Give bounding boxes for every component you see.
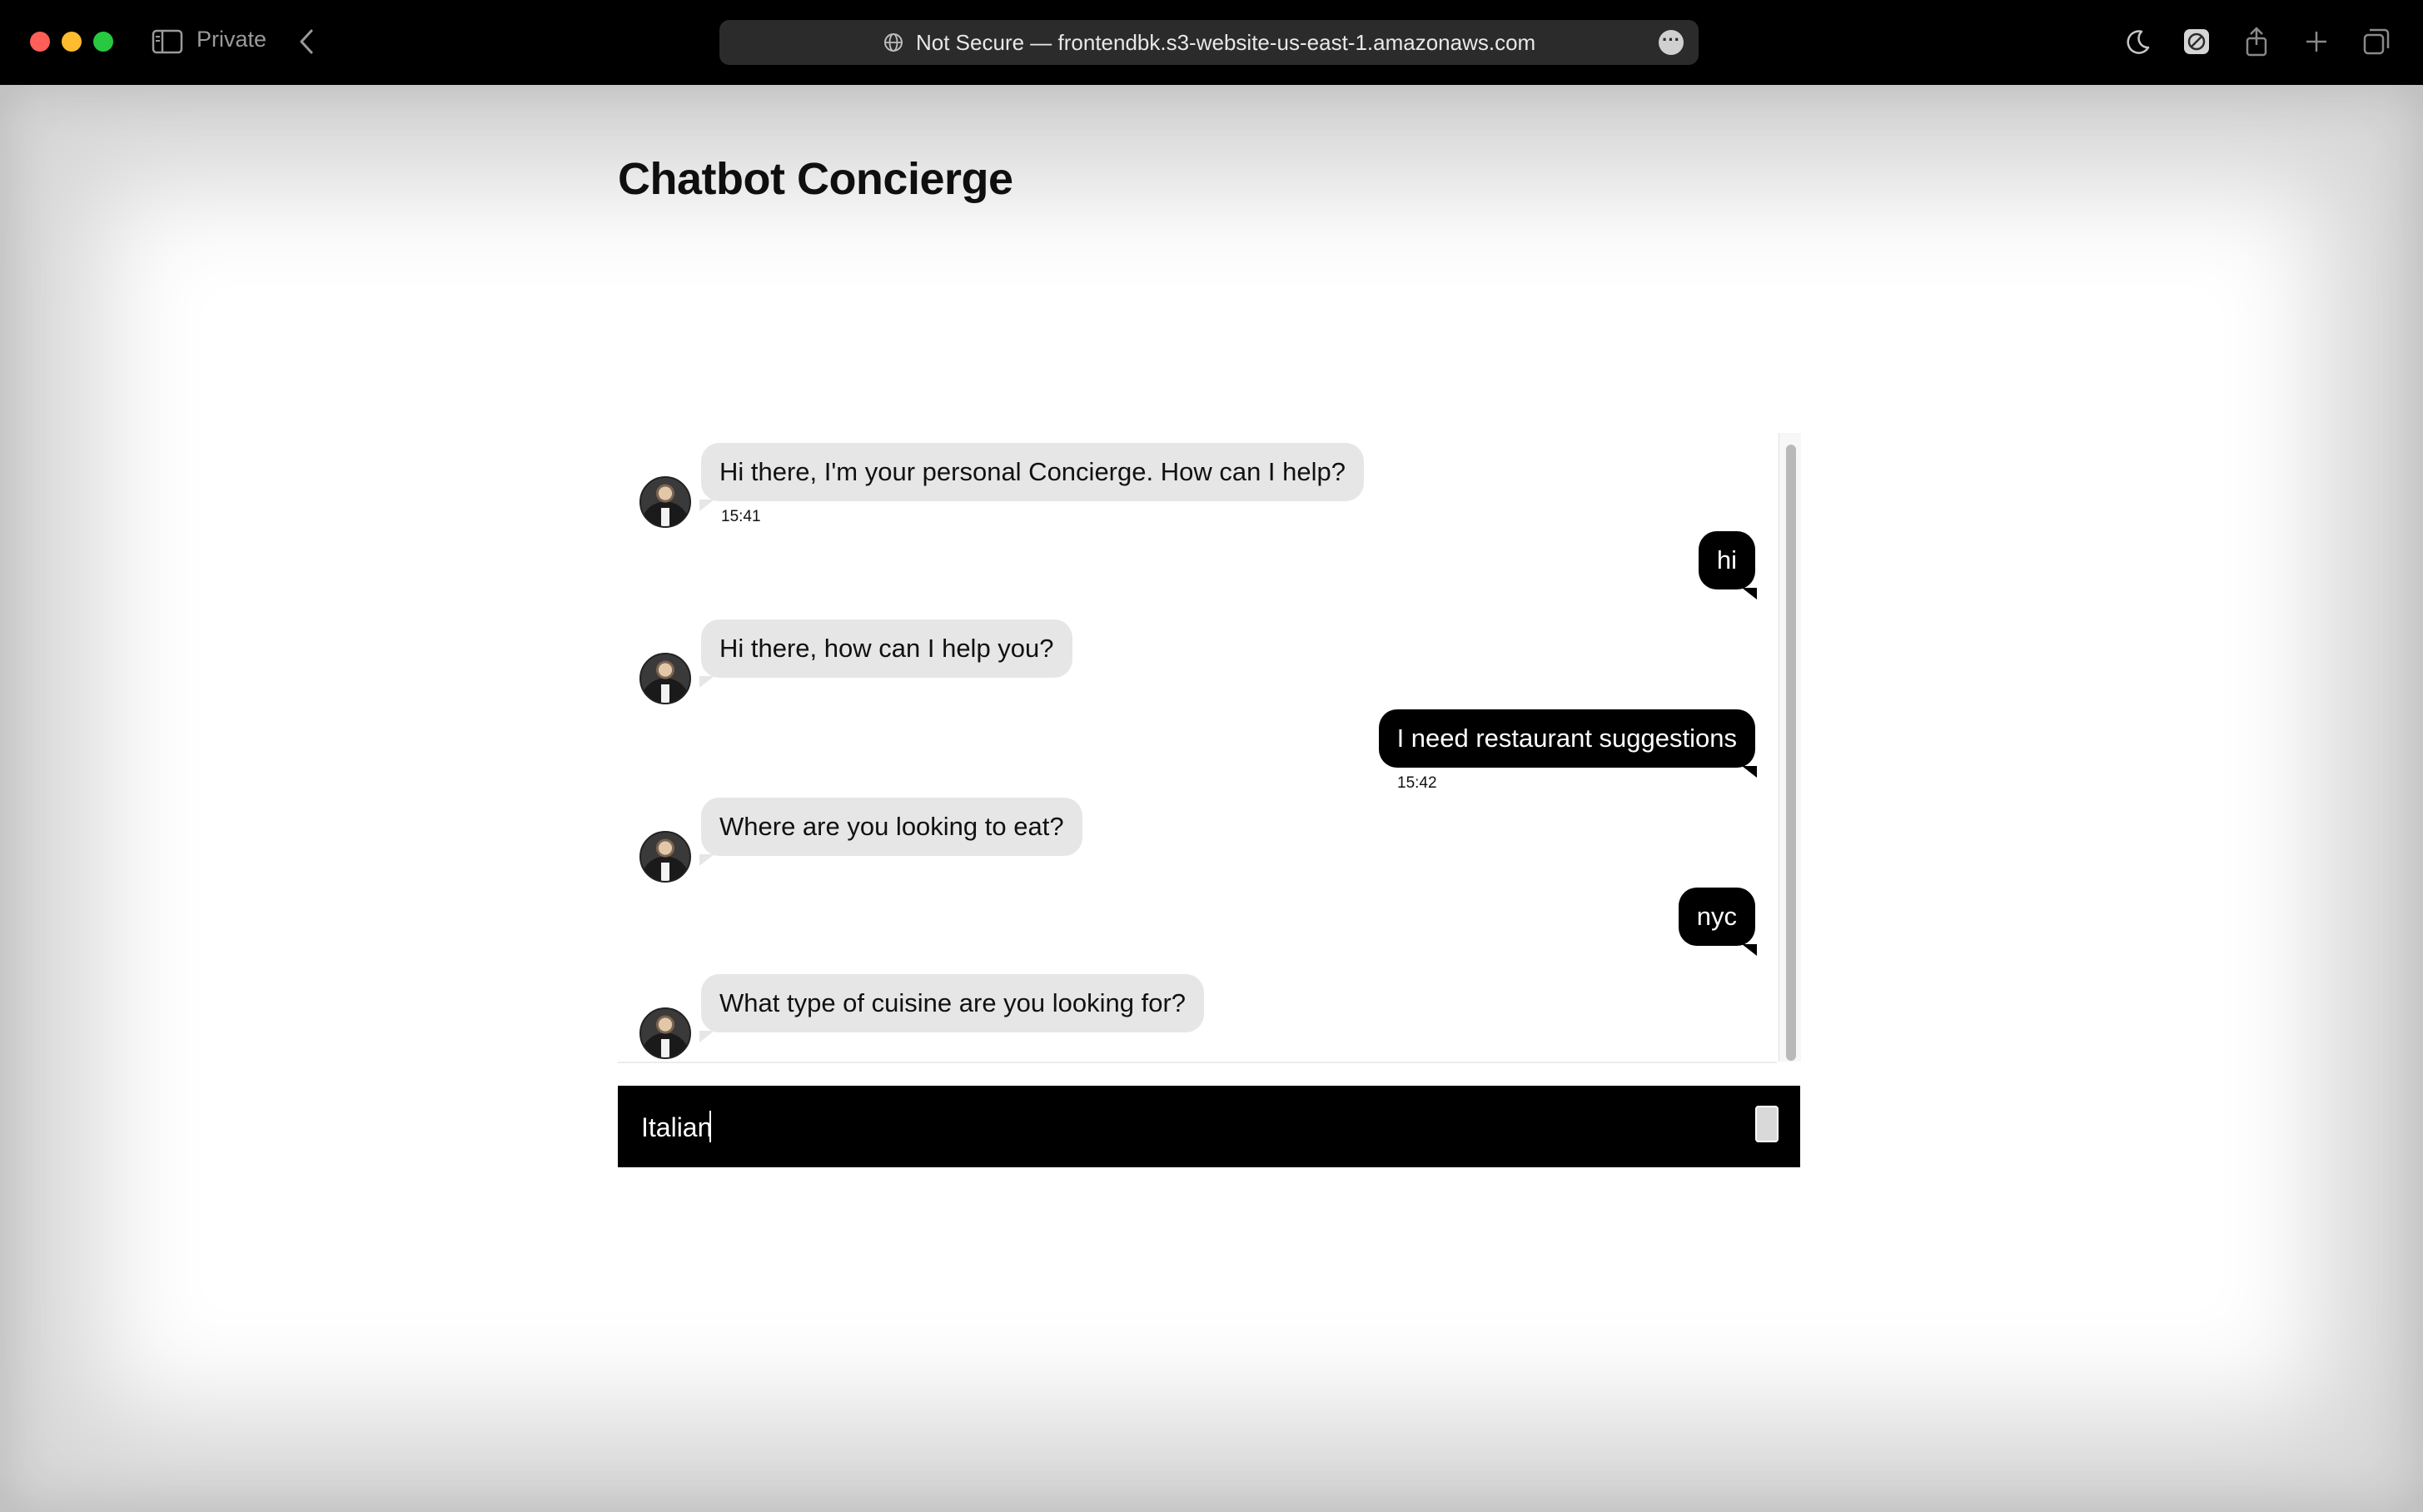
tab-overview-icon[interactable]	[2360, 25, 2393, 58]
bot-message: Where are you looking to eat?	[699, 798, 1082, 866]
private-mode-label: Private	[197, 27, 267, 52]
zoom-window-button[interactable]	[93, 32, 113, 52]
sidebar-icon[interactable]	[152, 28, 183, 55]
back-icon[interactable]	[296, 27, 316, 57]
bot-avatar	[639, 831, 691, 883]
new-tab-icon[interactable]	[2300, 25, 2333, 58]
bot-avatar	[639, 1007, 691, 1059]
message-input-bar	[618, 1086, 1800, 1167]
message-input[interactable]	[639, 1106, 1725, 1149]
address-bar[interactable]: Not Secure — frontendbk.s3-website-us-ea…	[719, 20, 1699, 65]
extension-icon[interactable]	[2180, 25, 2213, 58]
address-text: Not Secure — frontendbk.s3-website-us-ea…	[916, 30, 1536, 55]
more-icon[interactable]: ···	[1659, 30, 1684, 55]
close-window-button[interactable]	[30, 32, 50, 52]
message-timestamp: 15:42	[1397, 774, 1437, 792]
browser-toolbar: Private Not Secure — frontendbk.s3-websi…	[0, 0, 2423, 85]
scrollbar-thumb[interactable]	[1786, 445, 1796, 1061]
text-caret	[709, 1111, 711, 1142]
bot-avatar	[639, 476, 691, 528]
bot-message: What type of cuisine are you looking for…	[699, 974, 1205, 1042]
user-message: I need restaurant suggestions	[1378, 709, 1758, 778]
share-icon[interactable]	[2240, 25, 2273, 58]
bot-avatar	[639, 653, 691, 704]
message-list[interactable]: Hi there, I'm your personal Concierge. H…	[618, 433, 1777, 1063]
chat-window: Hi there, I'm your personal Concierge. H…	[618, 433, 1801, 1167]
globe-icon	[883, 32, 904, 53]
bot-message: Hi there, how can I help you?	[699, 619, 1072, 688]
scrollbar[interactable]	[1779, 433, 1801, 1062]
moon-icon[interactable]	[2122, 25, 2155, 58]
send-button[interactable]	[1755, 1106, 1779, 1142]
page-title: Chatbot Concierge	[618, 154, 1013, 204]
user-message: hi	[1698, 531, 1758, 599]
message-timestamp: 15:41	[721, 508, 761, 525]
bot-message: Hi there, I'm your personal Concierge. H…	[699, 443, 1365, 511]
user-message: nyc	[1678, 888, 1758, 956]
minimize-window-button[interactable]	[62, 32, 82, 52]
page-content: Chatbot Concierge Hi there, I'm your per…	[0, 85, 2423, 1512]
